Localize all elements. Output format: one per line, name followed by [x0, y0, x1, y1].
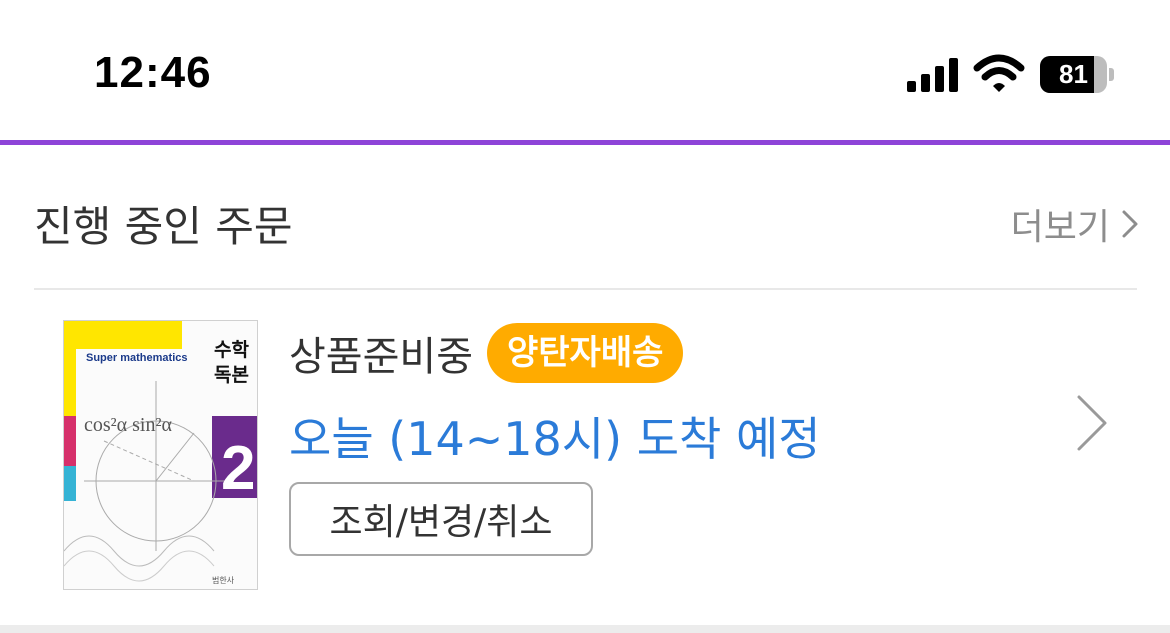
order-status-row: 상품준비중 양탄자배송	[289, 323, 684, 383]
more-link-label: 더보기	[1010, 207, 1110, 248]
cover-publisher: 범한사	[212, 575, 235, 585]
more-link[interactable]: 더보기	[1011, 198, 1142, 250]
cover-title-line1: 수학	[214, 339, 249, 361]
wifi-icon	[973, 54, 1025, 92]
cover-formula: cos²α sin²α	[84, 414, 172, 436]
chevron-right-icon	[1122, 210, 1138, 238]
cover-volume: 2	[221, 434, 255, 503]
chevron-right-icon[interactable]	[1074, 392, 1110, 454]
order-manage-button[interactable]: 조회/변경/취소	[289, 482, 593, 556]
section-title: 진행 중인 주문	[34, 202, 293, 251]
battery-percentage: 81	[1059, 59, 1088, 89]
accent-divider	[0, 140, 1170, 145]
product-thumbnail[interactable]: Super mathematics 수학 독본 2 cos²α sin²α 범한…	[63, 320, 258, 590]
battery-icon: 81	[1040, 56, 1114, 93]
delivery-badge: 양탄자배송	[487, 323, 684, 383]
order-card[interactable]: Super mathematics 수학 독본 2 cos²α sin²α 범한…	[0, 290, 1170, 625]
order-status: 상품준비중	[289, 334, 473, 380]
bottom-separator	[0, 625, 1170, 633]
cellular-signal-icon	[907, 58, 959, 92]
arrival-estimate: 오늘 (14~18시) 도착 예정	[289, 412, 821, 466]
cover-title-line2: 독본	[214, 364, 249, 386]
cover-subtitle: Super mathematics	[86, 352, 187, 364]
status-time: 12:46	[94, 48, 212, 97]
status-bar: 12:46 81	[0, 0, 1170, 140]
